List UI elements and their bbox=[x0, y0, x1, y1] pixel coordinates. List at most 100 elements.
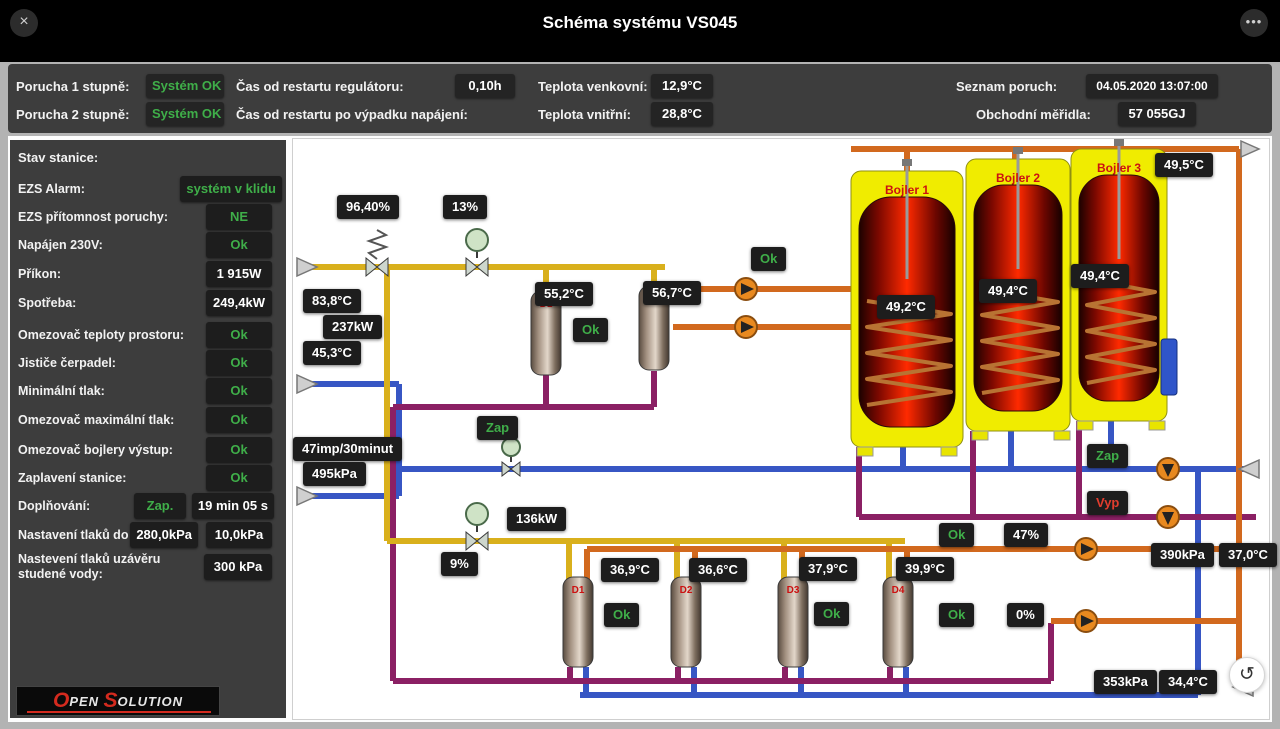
boiler-1-label: Bojler 1 bbox=[885, 183, 929, 197]
row-power-230: Napájen 230V: Ok bbox=[10, 232, 286, 258]
flow-arrow-in-3 bbox=[297, 487, 317, 505]
boiler-2-label: Bojler 2 bbox=[996, 171, 1040, 185]
control-valve-position: 13% bbox=[443, 195, 487, 219]
max-pressure-limiter-value: Ok bbox=[206, 407, 272, 433]
sidebar-title: Stav stanice: bbox=[18, 150, 98, 165]
refill-time: 19 min 05 s bbox=[192, 493, 274, 519]
power-fail-restart-label: Čas od restartu po výpadku napájení: bbox=[236, 107, 468, 122]
refresh-icon[interactable]: ↺ bbox=[1229, 657, 1265, 693]
exchanger-upper-2-temp: 56,7°C bbox=[643, 281, 701, 305]
exchanger-lower-3-id: D3 bbox=[787, 585, 800, 596]
logo-o: O bbox=[53, 689, 69, 713]
boiler-1-temp: 49,2°C bbox=[877, 295, 935, 319]
flow-arrow-in-1 bbox=[297, 258, 317, 276]
exchanger-lower-4-temp: 39,9°C bbox=[896, 557, 954, 581]
row-refill: Doplňování: Zap. 19 min 05 s bbox=[10, 493, 286, 519]
pump-circulation-1[interactable] bbox=[1075, 538, 1097, 560]
fault2-value: Systém OK bbox=[146, 102, 224, 126]
boiler-3-label: Bojler 3 bbox=[1097, 161, 1141, 175]
billing-meters-label: Obchodní měřidla: bbox=[976, 107, 1091, 122]
pump-boiler-1[interactable] bbox=[735, 278, 757, 300]
safety-valve-position: 96,40% bbox=[337, 195, 399, 219]
row-ezs-alarm: EZS Alarm: systém v klidu bbox=[10, 176, 286, 202]
primary-return-temp: 45,3°C bbox=[303, 341, 361, 365]
billing-meters-value[interactable]: 57 055GJ bbox=[1118, 102, 1196, 126]
pump-breakers-value: Ok bbox=[206, 350, 272, 376]
page-title: Schéma systému VS045 bbox=[0, 13, 1280, 33]
exchanger-upper-status[interactable]: Ok bbox=[573, 318, 608, 342]
cold-pump-state[interactable]: Zap bbox=[1087, 444, 1128, 468]
boiler-output-limiter-value: Ok bbox=[206, 437, 272, 463]
refill-state[interactable]: Zap. bbox=[134, 493, 186, 519]
exchanger-lower-1: D1 bbox=[563, 577, 593, 667]
return-pump-state[interactable]: Vyp bbox=[1087, 491, 1128, 515]
flow-arrow-in-2 bbox=[297, 375, 317, 393]
row-max-pressure-limiter: Omezovač maximální tlak: Ok bbox=[10, 407, 286, 433]
outlet-temp: 37,0°C bbox=[1219, 543, 1277, 567]
water-meter-flow: 47imp/30minut bbox=[293, 437, 402, 461]
primary-power: 237kW bbox=[323, 315, 382, 339]
flow-arrow-out-top bbox=[1241, 141, 1259, 157]
power-230-value: Ok bbox=[206, 232, 272, 258]
title-bar: × Schéma systému VS045 ••• bbox=[0, 0, 1280, 62]
exchanger-lower-4: D4 bbox=[883, 577, 913, 667]
system-schematic: D1 D2 D1 D2 D3 D4 bbox=[292, 138, 1270, 720]
secondary-valve-position: 9% bbox=[441, 552, 478, 576]
circ-pump-1-status[interactable]: Ok bbox=[939, 523, 974, 547]
exchanger-lower-3-temp: 37,9°C bbox=[799, 557, 857, 581]
min-pressure-value: Ok bbox=[206, 378, 272, 404]
row-consumption: Spotřeba: 249,4kW bbox=[10, 290, 286, 316]
exchanger-lower-2-temp: 36,6°C bbox=[689, 558, 747, 582]
exchanger-lower-status-1[interactable]: Ok bbox=[604, 603, 639, 627]
refill-pressure-1[interactable]: 280,0kPa bbox=[130, 522, 198, 548]
row-min-pressure: Minimální tlak: Ok bbox=[10, 378, 286, 404]
row-boiler-output-limiter: Omezovač bojlery výstup: Ok bbox=[10, 437, 286, 463]
row-input-power: Příkon: 1 915W bbox=[10, 261, 286, 287]
ezs-alarm-value: systém v klidu bbox=[180, 176, 282, 202]
exchanger-lower-4-id: D4 bbox=[892, 585, 905, 596]
exchanger-lower-2-id: D2 bbox=[680, 585, 693, 596]
boiler-3-temp: 49,4°C bbox=[1071, 264, 1129, 288]
boiler-2-temp: 49,4°C bbox=[979, 279, 1037, 303]
boiler-3-flange bbox=[1161, 339, 1177, 395]
fault1-value: Systém OK bbox=[146, 74, 224, 98]
water-meter-pressure: 495kPa bbox=[303, 462, 366, 486]
logo-s: S bbox=[104, 689, 118, 713]
circ-pump-2-status[interactable]: Ok bbox=[939, 603, 974, 627]
bottom-pressure: 353kPa bbox=[1094, 670, 1157, 694]
boiler-pump-status[interactable]: Ok bbox=[751, 247, 786, 271]
exchanger-lower-2: D2 bbox=[671, 577, 701, 667]
fault2-label: Porucha 2 stupně: bbox=[16, 107, 129, 122]
row-room-temp-limiter: Omezovač teploty prostoru: Ok bbox=[10, 322, 286, 348]
station-flood-value: Ok bbox=[206, 465, 272, 491]
row-ezs-fault: EZS přítomnost poruchy: NE bbox=[10, 204, 286, 230]
row-refill-pressures: Nastavení tlaků do 280,0kPa 10,0kPa bbox=[10, 522, 286, 548]
room-temp-limiter-value: Ok bbox=[206, 322, 272, 348]
outdoor-temp-value: 12,9°C bbox=[651, 74, 713, 98]
exchanger-lower-status-2[interactable]: Ok bbox=[814, 602, 849, 626]
menu-dots-icon[interactable]: ••• bbox=[1240, 9, 1268, 37]
refill-pressure-2[interactable]: 10,0kPa bbox=[206, 522, 272, 548]
exchanger-lower-1-temp: 36,9°C bbox=[601, 558, 659, 582]
restart-time-label: Čas od restartu regulátoru: bbox=[236, 79, 404, 94]
outdoor-temp-label: Teplota venkovní: bbox=[538, 79, 648, 94]
circ-pump-2-speed: 0% bbox=[1007, 603, 1044, 627]
station-status-sidebar: Stav stanice: EZS Alarm: systém v klidu … bbox=[10, 140, 286, 718]
cold-water-valve-value[interactable]: 300 kPa bbox=[204, 554, 272, 580]
outlet-pressure: 390kPa bbox=[1151, 543, 1214, 567]
pump-return-vyp[interactable] bbox=[1157, 506, 1179, 528]
pump-cold-zap[interactable] bbox=[1157, 458, 1179, 480]
consumption-value: 249,4kW bbox=[206, 290, 272, 316]
bottom-temp: 34,4°C bbox=[1159, 670, 1217, 694]
piping-diagram: D1 D2 D1 D2 D3 D4 bbox=[293, 139, 1269, 719]
status-header: Porucha 1 stupně: Systém OK Čas od resta… bbox=[8, 64, 1272, 133]
fault-list-label: Seznam poruch: bbox=[956, 79, 1057, 94]
cold-water-valve-label: Nastevení tlaků uzávěru studené vody: bbox=[18, 552, 188, 582]
pump-boiler-2[interactable] bbox=[735, 316, 757, 338]
fault-list-value[interactable]: 04.05.2020 13:07:00 bbox=[1086, 74, 1218, 98]
ezs-fault-value: NE bbox=[206, 204, 272, 230]
indoor-temp-label: Teplota vnitřní: bbox=[538, 107, 631, 122]
open-solution-logo: OPEN SOLUTION bbox=[16, 686, 220, 716]
fill-valve-state[interactable]: Zap bbox=[477, 416, 518, 440]
pump-circulation-2[interactable] bbox=[1075, 610, 1097, 632]
